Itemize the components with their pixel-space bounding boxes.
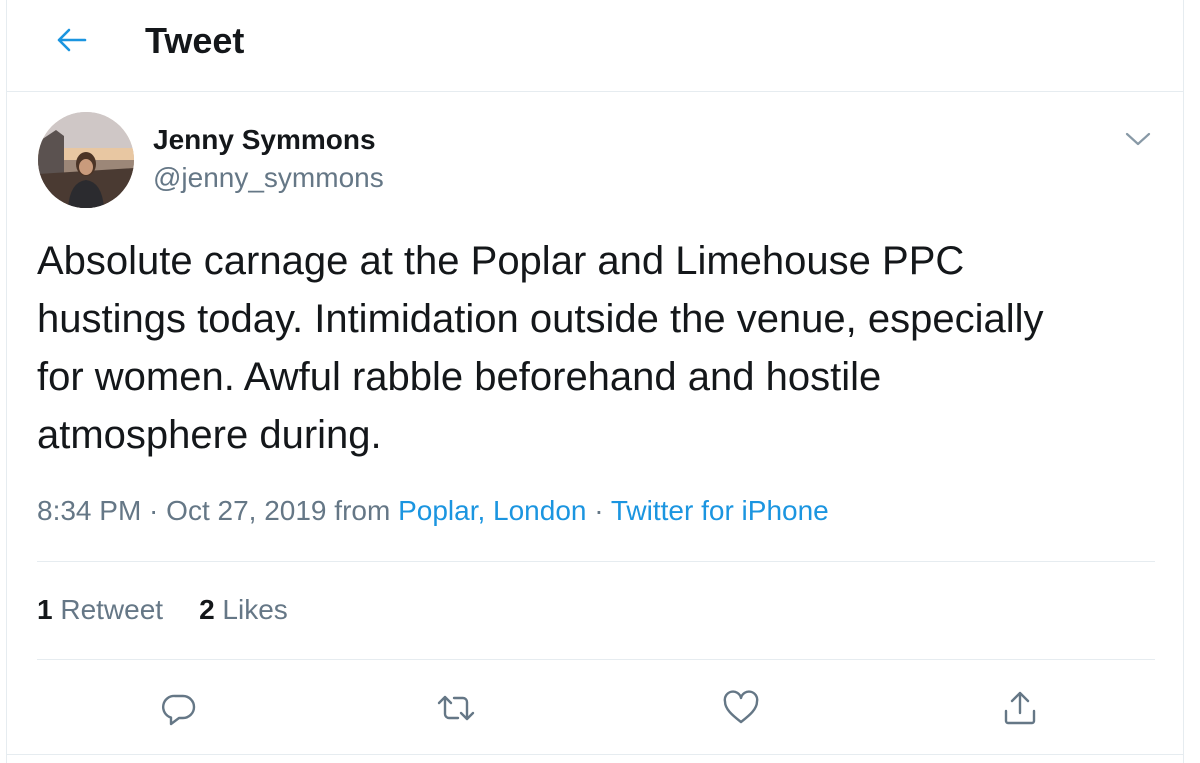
back-button[interactable] — [51, 22, 91, 58]
reply-icon — [162, 694, 196, 726]
page-title: Tweet — [145, 20, 245, 61]
likes-count: 2 — [199, 594, 215, 625]
chevron-down-icon — [1125, 132, 1151, 146]
likes-label: Likes — [214, 594, 288, 625]
profile-photo — [38, 112, 134, 208]
tweet-text: Absolute carnage at the Poplar and Limeh… — [37, 239, 1044, 457]
tweet-stats: 1 Retweet 2 Likes — [37, 594, 288, 626]
tweet-date[interactable]: Oct 27, 2019 — [166, 495, 326, 526]
meta-separator: · — [141, 495, 167, 526]
tweet-actions — [7, 686, 1183, 736]
retweet-button[interactable] — [434, 686, 478, 730]
meta-separator: · — [586, 495, 611, 526]
divider — [7, 754, 1183, 755]
tweet-meta: 8:34 PM · Oct 27, 2019 from Poplar, Lond… — [37, 495, 829, 527]
author-name[interactable]: Jenny Symmons — [153, 124, 376, 156]
tweet-time[interactable]: 8:34 PM — [37, 495, 141, 526]
tweet-location-link[interactable]: Poplar, London — [398, 495, 586, 526]
avatar[interactable] — [38, 112, 134, 208]
likes-stat[interactable]: 2 Likes — [199, 594, 288, 625]
arrow-left-icon — [57, 28, 87, 52]
divider — [37, 659, 1155, 660]
retweets-label: Retweet — [52, 594, 164, 625]
tweet-source-link[interactable]: Twitter for iPhone — [611, 495, 829, 526]
divider — [37, 561, 1155, 562]
like-icon — [723, 690, 759, 724]
tweet-menu-button[interactable] — [1123, 124, 1153, 154]
author-handle[interactable]: @jenny_symmons — [153, 162, 384, 194]
page-header: Tweet — [7, 0, 1183, 92]
retweet-icon — [437, 695, 475, 721]
tweet-page: Tweet Jenny Symmons @jenny_symmons Absol… — [6, 0, 1184, 763]
reply-button[interactable] — [157, 686, 201, 730]
retweets-stat[interactable]: 1 Retweet — [37, 594, 163, 625]
retweets-count: 1 — [37, 594, 53, 625]
share-icon — [1004, 691, 1036, 725]
meta-from: from — [326, 495, 399, 526]
like-button[interactable] — [719, 686, 763, 730]
share-button[interactable] — [998, 686, 1042, 730]
